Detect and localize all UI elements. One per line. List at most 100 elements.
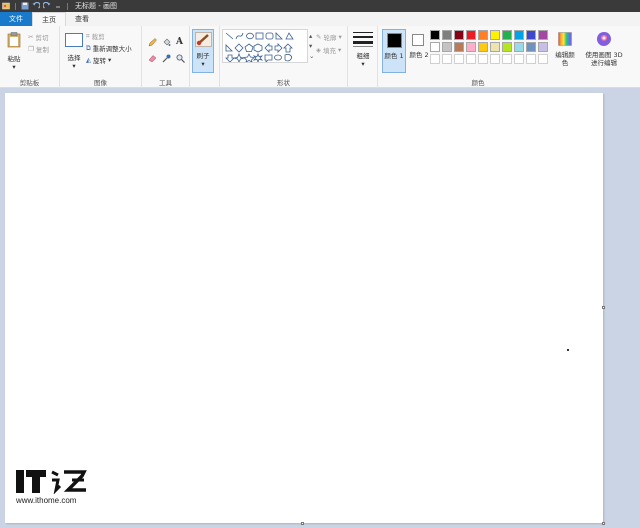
color1-swatch <box>387 33 402 48</box>
colors-group: 颜色 1 颜色 2 编辑颜色 颜色 <box>378 26 578 88</box>
color1-label: 颜色 1 <box>384 52 404 60</box>
tools-group: A 工具 <box>142 26 190 88</box>
outline-dropdown-icon[interactable]: ▾ <box>338 33 341 41</box>
shapes-expand-icon[interactable]: ⌄ <box>309 52 314 60</box>
pencil-icon[interactable] <box>148 38 157 47</box>
watermark-url: www.ithome.com <box>16 496 77 505</box>
ithome-logo <box>16 466 88 494</box>
palette-swatch[interactable] <box>454 42 464 52</box>
palette-swatch[interactable] <box>478 42 488 52</box>
select-dropdown-icon[interactable]: ▾ <box>63 62 85 70</box>
palette-swatch[interactable] <box>538 30 548 40</box>
tab-view[interactable]: 查看 <box>66 12 98 26</box>
crop-label: 裁剪 <box>91 33 105 41</box>
redo-icon[interactable] <box>42 1 51 10</box>
fill-dropdown-icon[interactable]: ▾ <box>338 46 341 54</box>
palette-swatch[interactable] <box>526 54 536 64</box>
palette-swatch[interactable] <box>454 54 464 64</box>
paste-dropdown-icon[interactable]: ▾ <box>3 63 25 71</box>
palette-swatch[interactable] <box>502 30 512 40</box>
size-dropdown-icon[interactable]: ▾ <box>351 60 375 68</box>
fill-icon: ◈ <box>316 46 321 54</box>
copy-button[interactable]: ❐ 复制 <box>28 44 49 54</box>
fill-bucket-icon[interactable] <box>162 38 171 47</box>
crop-button[interactable]: ⌗ 裁剪 <box>86 31 105 42</box>
workspace: www.ithome.com <box>0 88 640 528</box>
title-separator <box>67 2 68 10</box>
resize-button[interactable]: ⧉ 重新调整大小 <box>86 43 132 54</box>
palette-swatch[interactable] <box>430 42 440 52</box>
brushes-dropdown-icon[interactable]: ▾ <box>193 60 213 68</box>
title-separator <box>15 2 16 10</box>
paste-button[interactable]: 粘贴 ▾ <box>3 30 25 76</box>
app-icon <box>2 2 10 10</box>
palette-swatch[interactable] <box>490 30 500 40</box>
palette-swatch[interactable] <box>442 30 452 40</box>
rotate-dropdown-icon[interactable]: ▾ <box>108 56 111 64</box>
palette-swatch[interactable] <box>490 54 500 64</box>
crop-icon: ⌗ <box>86 31 90 40</box>
color1-button[interactable]: 颜色 1 <box>382 29 406 73</box>
palette-swatch[interactable] <box>466 42 476 52</box>
palette-swatch[interactable] <box>502 54 512 64</box>
palette-swatch[interactable] <box>430 30 440 40</box>
fill-label: 填充 <box>323 47 336 55</box>
line-thickness-icon <box>353 32 373 47</box>
color-picker-icon[interactable] <box>162 54 171 63</box>
palette-swatch[interactable] <box>442 42 452 52</box>
window-title: 无标题 - 画图 <box>75 2 117 10</box>
rotate-button[interactable]: ◭ 旋转 ▾ <box>86 55 111 65</box>
shapes-scroll-up-icon[interactable]: ▴ <box>309 32 312 40</box>
image-group: 选择 ▾ ⌗ 裁剪 ⧉ 重新调整大小 ◭ 旋转 ▾ 图像 <box>60 26 142 88</box>
undo-icon[interactable] <box>32 1 41 10</box>
cut-button[interactable]: ✂ 剪切 <box>28 32 48 42</box>
brushes-button[interactable]: 刷子 ▾ <box>192 29 214 73</box>
color2-button[interactable]: 颜色 2 <box>408 29 430 73</box>
outline-button[interactable]: ✎ 轮廓 ▾ <box>316 32 342 42</box>
size-button[interactable]: 粗细 ▾ <box>351 30 375 74</box>
edit-with-paint3d-button[interactable]: 使用画图 3D 进行编辑 <box>582 29 626 75</box>
paste-label: 粘贴 <box>7 55 21 63</box>
eraser-icon[interactable] <box>148 54 157 63</box>
shapes-gallery[interactable] <box>222 29 308 63</box>
drawing-canvas[interactable] <box>5 93 603 523</box>
palette-swatch[interactable] <box>514 54 524 64</box>
colors-group-label: 颜色 <box>471 79 485 87</box>
palette-swatch[interactable] <box>466 30 476 40</box>
palette-swatch[interactable] <box>478 30 488 40</box>
resize-handle-corner[interactable] <box>602 522 605 525</box>
resize-handle-right[interactable] <box>602 306 605 309</box>
palette-swatch[interactable] <box>466 54 476 64</box>
shapes-group: ▴ ▾ ⌄ ✎ 轮廓 ▾ ◈ 填充 ▾ 形状 <box>220 26 348 88</box>
fill-button[interactable]: ◈ 填充 ▾ <box>316 45 341 55</box>
palette-swatch[interactable] <box>454 30 464 40</box>
palette-swatch[interactable] <box>490 42 500 52</box>
tab-home[interactable]: 主页 <box>32 12 66 26</box>
palette-swatch[interactable] <box>514 42 524 52</box>
watermark: www.ithome.com <box>16 466 88 505</box>
palette-swatch[interactable] <box>502 42 512 52</box>
tab-file[interactable]: 文件 <box>0 12 32 26</box>
palette-swatch[interactable] <box>478 54 488 64</box>
palette-swatch[interactable] <box>442 54 452 64</box>
resize-handle-bottom[interactable] <box>301 522 304 525</box>
resize-label: 重新调整大小 <box>92 45 132 53</box>
text-tool-icon[interactable]: A <box>176 37 183 47</box>
palette-swatch[interactable] <box>526 30 536 40</box>
image-group-label: 图像 <box>94 79 107 87</box>
quick-access-dropdown-icon[interactable] <box>54 2 62 10</box>
magnifier-icon[interactable] <box>176 54 185 63</box>
save-icon[interactable] <box>21 2 29 10</box>
clipboard-group-label: 剪贴板 <box>19 79 40 87</box>
outline-label: 轮廓 <box>323 34 337 42</box>
palette-swatch[interactable] <box>514 30 524 40</box>
brushes-group: 刷子 ▾ <box>190 26 220 88</box>
palette-swatch[interactable] <box>538 42 548 52</box>
select-button[interactable]: 选择 ▾ <box>63 30 85 76</box>
brushes-label: 刷子 <box>196 52 210 60</box>
palette-swatch[interactable] <box>538 54 548 64</box>
shapes-scroll-down-icon[interactable]: ▾ <box>309 42 312 50</box>
palette-swatch[interactable] <box>526 42 536 52</box>
edit-colors-button[interactable]: 编辑颜色 <box>554 29 576 73</box>
palette-swatch[interactable] <box>430 54 440 64</box>
